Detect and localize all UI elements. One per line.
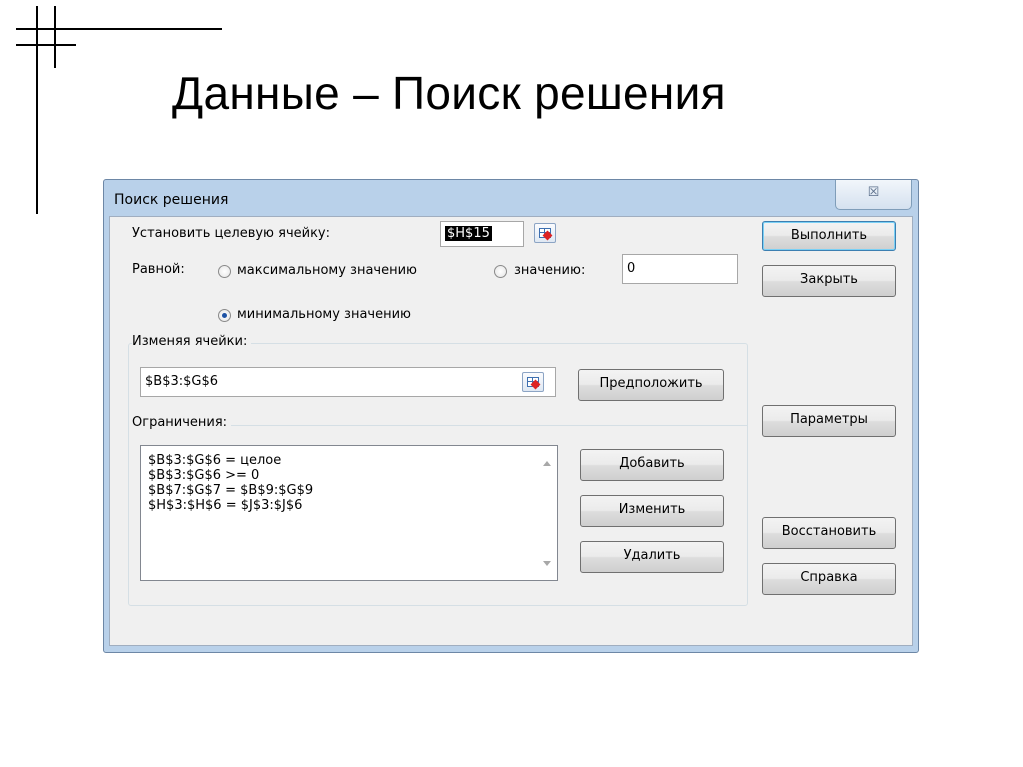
help-button[interactable]: Справка [762,563,896,595]
slide-title: Данные – Поиск решения [172,67,726,119]
close-window-button[interactable]: ☒ [835,180,912,210]
radio-min[interactable] [218,309,231,322]
radio-value[interactable] [494,265,507,278]
constraints-list[interactable]: $B$3:$G$6 = целое $B$3:$G$6 >= 0 $B$7:$G… [140,445,558,581]
decor-line-vertical-short [54,6,56,68]
radio-max-label[interactable]: максимальному значению [237,263,417,278]
close-button[interactable]: Закрыть [762,265,896,297]
solve-button[interactable]: Выполнить [762,221,896,251]
dialog-client-area: Установить целевую ячейку: $H$15 Равной:… [109,216,913,646]
dialog-title: Поиск решения [114,192,229,208]
target-cell-label: Установить целевую ячейку: [132,226,330,241]
delete-constraint-button[interactable]: Удалить [580,541,724,573]
close-icon: ☒ [867,185,880,200]
target-cell-value: $H$15 [445,226,492,241]
decor-line-horizontal-short [16,44,76,46]
scroll-down-icon[interactable] [543,561,551,566]
guess-button[interactable]: Предположить [578,369,724,401]
range-select-icon[interactable] [522,372,544,392]
add-constraint-button[interactable]: Добавить [580,449,724,481]
list-item[interactable]: $B$7:$G$7 = $B$9:$G$9 [141,483,557,498]
equal-to-label: Равной: [132,262,185,277]
list-scrollbar[interactable] [539,447,556,579]
radio-max[interactable] [218,265,231,278]
scroll-up-icon[interactable] [543,461,551,466]
decor-line-vertical-long [36,6,38,214]
list-item[interactable]: $B$3:$G$6 >= 0 [141,468,557,483]
options-button[interactable]: Параметры [762,405,896,437]
constraints-label: Ограничения: [132,415,232,430]
value-input[interactable]: 0 [622,254,738,284]
change-constraint-button[interactable]: Изменить [580,495,724,527]
changing-cells-label: Изменяя ячейки: [132,334,252,349]
solver-dialog: Поиск решения ☒ Установить целевую ячейк… [103,179,919,653]
list-item[interactable]: $H$3:$H$6 = $J$3:$J$6 [141,498,557,513]
radio-value-label[interactable]: значению: [514,263,585,278]
list-item[interactable]: $B$3:$G$6 = целое [141,453,557,468]
radio-min-label[interactable]: минимальному значению [237,307,411,322]
decor-line-horizontal-long [16,28,222,30]
reset-all-button[interactable]: Восстановить [762,517,896,549]
range-select-icon[interactable] [534,223,556,243]
target-cell-input[interactable]: $H$15 [440,221,524,247]
changing-cells-input[interactable]: $B$3:$G$6 [140,367,556,397]
